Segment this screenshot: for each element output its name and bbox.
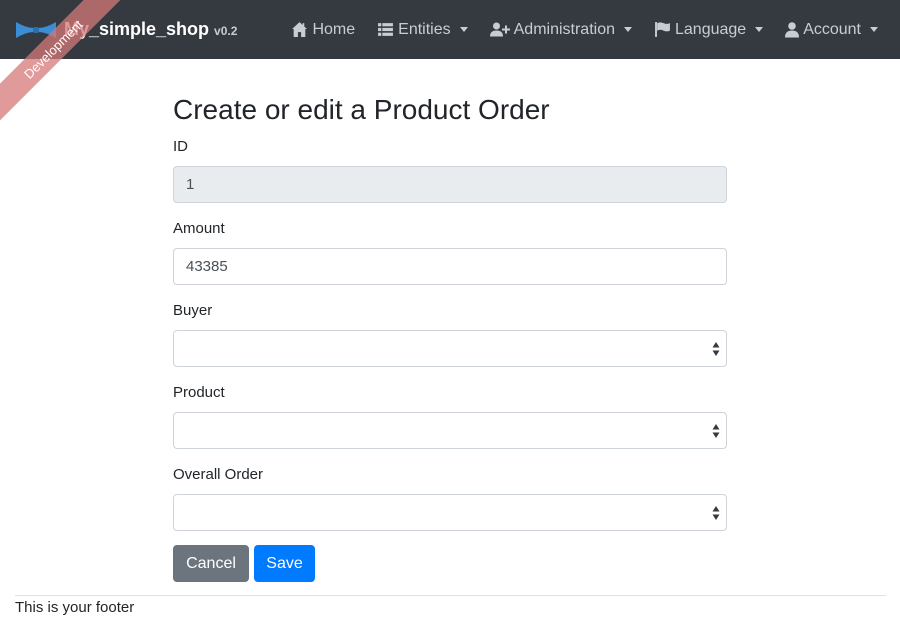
flag-icon [655, 22, 670, 37]
cancel-button[interactable]: Cancel [173, 545, 249, 582]
list-icon [378, 23, 394, 36]
user-icon [785, 22, 800, 38]
brand-name: My_simple_shop [64, 19, 210, 39]
save-button[interactable]: Save [254, 545, 315, 582]
brand-link[interactable]: My_simple_shop v0.2 [14, 0, 237, 59]
nav-item-administration-label: Administration [513, 20, 615, 38]
nav-item-language-label: Language [675, 20, 747, 38]
amount-label: Amount [173, 220, 225, 237]
id-field: 1 [173, 166, 727, 203]
product-select[interactable] [173, 412, 727, 449]
select-arrows-icon [712, 506, 720, 520]
buyer-select[interactable] [173, 330, 727, 367]
overall-order-label: Overall Order [173, 466, 264, 483]
user-plus-icon [489, 22, 510, 37]
bowtie-logo-icon [16, 21, 56, 38]
id-label: ID [173, 138, 188, 155]
brand-version: v0.2 [214, 24, 238, 38]
nav-item-home-label: Home [312, 20, 356, 38]
select-arrows-icon [712, 342, 720, 356]
nav-item-administration[interactable]: Administration [489, 20, 632, 39]
nav-item-account-label: Account [803, 20, 861, 38]
buyer-label: Buyer [173, 302, 213, 319]
caret-down-icon [755, 27, 764, 32]
caret-down-icon [459, 27, 468, 32]
page-title: Create or edit a Product Order [173, 94, 550, 125]
nav-menu: Home Entities Administration Language Ac… [269, 0, 878, 59]
product-label: Product [173, 384, 225, 401]
nav-item-entities[interactable]: Entities [377, 20, 468, 39]
select-arrows-icon [712, 424, 720, 438]
nav-item-language[interactable]: Language [654, 20, 764, 39]
nav-item-home[interactable]: Home [291, 21, 355, 39]
nav-item-entities-label: Entities [398, 20, 451, 38]
caret-down-icon [624, 27, 632, 32]
nav-item-account[interactable]: Account [785, 21, 878, 39]
amount-field[interactable]: 43385 [173, 248, 727, 285]
navbar: My_simple_shop v0.2 Home Entities Admini… [0, 0, 900, 59]
overall-order-select[interactable] [173, 494, 727, 531]
caret-down-icon [870, 27, 878, 32]
footer-divider [15, 595, 886, 596]
footer-text: This is your footer [15, 599, 135, 616]
home-icon [292, 22, 308, 37]
